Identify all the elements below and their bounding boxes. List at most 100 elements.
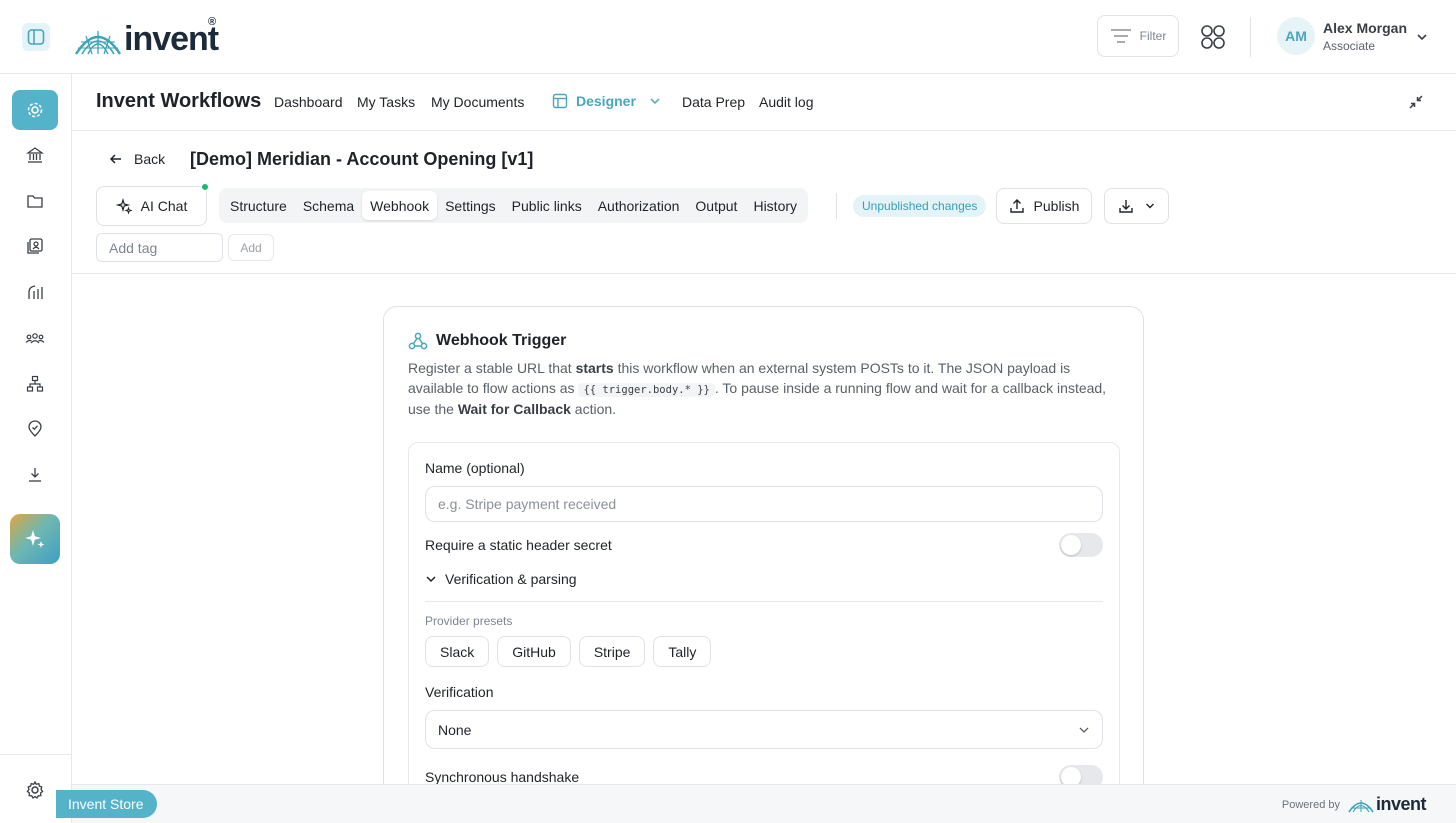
workflow-title: [Demo] Meridian - Account Opening [v1]	[190, 149, 534, 169]
powered-by: Powered by invent	[1281, 794, 1427, 815]
rail-analytics-icon[interactable]	[12, 272, 58, 312]
designer-layout-icon	[552, 93, 568, 109]
user-name[interactable]: Alex Morgan	[1323, 20, 1407, 36]
publish-label: Publish	[1033, 198, 1080, 214]
rail-download-icon[interactable]	[12, 455, 58, 495]
preset-slack-button[interactable]: Slack	[425, 636, 490, 667]
arrow-left-icon	[109, 154, 121, 164]
publish-button[interactable]: Publish	[996, 188, 1092, 224]
webhook-card: Webhook Trigger Register a stable URL th…	[383, 306, 1144, 806]
apps-grid-icon[interactable]	[1200, 24, 1226, 50]
powered-logo-wordmark: invent	[1375, 794, 1427, 814]
header-separator	[72, 273, 1456, 274]
preset-github-button[interactable]: GitHub	[497, 636, 571, 667]
ai-chat-label: AI Chat	[140, 198, 188, 214]
invent-store-button[interactable]: Invent Store	[56, 790, 157, 818]
add-tag-input[interactable]	[96, 233, 223, 262]
rail-team-icon[interactable]	[12, 318, 58, 358]
footer: Invent Store Powered by invent	[56, 784, 1456, 823]
nav-designer-label: Designer	[576, 93, 636, 109]
webhook-title: Webhook Trigger	[436, 332, 567, 349]
download-icon	[1118, 200, 1133, 213]
logo-wordmark: invent	[124, 20, 219, 58]
tab-authorization[interactable]: Authorization	[590, 191, 688, 220]
webhook-description: Register a stable URL that starts this w…	[408, 360, 1107, 417]
designer-chevron-down-icon	[650, 98, 660, 105]
header-divider	[1250, 17, 1251, 57]
back-button[interactable]: Back	[108, 151, 165, 167]
rail-bank-icon[interactable]	[12, 135, 58, 175]
sync-handshake-label: Synchronous handshake	[425, 769, 580, 785]
nav-my-documents[interactable]: My Documents	[431, 94, 524, 110]
app-title: Invent Workflows	[96, 90, 262, 112]
left-rail	[0, 74, 72, 823]
filter-lines-icon	[1110, 29, 1131, 43]
ai-chat-status-dot	[201, 183, 209, 191]
powered-logo-dome-icon	[1348, 799, 1374, 812]
app-nav: Invent Workflows Dashboard My Tasks My D…	[72, 74, 1456, 131]
tab-public-links[interactable]: Public links	[504, 191, 590, 220]
header-secret-label: Require a static header secret	[425, 537, 612, 553]
tab-webhook[interactable]: Webhook	[362, 191, 438, 220]
user-menu-chevron-down-icon[interactable]	[1415, 30, 1429, 44]
verification-label: Verification	[425, 684, 494, 700]
preset-tally-button[interactable]: Tally	[653, 636, 712, 667]
tab-schema[interactable]: Schema	[295, 191, 362, 220]
rail-location-check-icon[interactable]	[12, 409, 58, 449]
upload-icon	[1009, 199, 1024, 213]
back-label: Back	[134, 151, 166, 167]
verification-selected-value: None	[438, 721, 472, 738]
webhook-card-header: Webhook Trigger	[408, 331, 566, 351]
logo-dome-icon	[74, 31, 122, 55]
verification-parsing-label: Verification & parsing	[445, 571, 577, 587]
user-avatar[interactable]: AM	[1277, 17, 1315, 55]
webhook-form: Name (optional) Require a static header …	[408, 442, 1120, 805]
filter-label: Filter	[1139, 29, 1167, 43]
rail-settings-gear-icon[interactable]	[24, 779, 46, 804]
verification-select[interactable]: None	[425, 710, 1103, 749]
user-role: Associate	[1323, 39, 1376, 53]
workflow-tabs: Structure Schema Webhook Settings Public…	[219, 188, 809, 223]
name-label: Name (optional)	[425, 460, 525, 476]
download-menu-button[interactable]	[1104, 188, 1169, 224]
nav-data-prep[interactable]: Data Prep	[682, 94, 745, 110]
status-badge: Unpublished changes	[853, 195, 987, 217]
tab-history[interactable]: History	[745, 191, 805, 220]
top-bar: invent ® Filter AM Alex Morgan Associate	[0, 0, 1456, 74]
rail-ai-sparkle-icon[interactable]	[10, 514, 60, 564]
ai-sparkle-icon	[115, 198, 132, 214]
nav-audit-log[interactable]: Audit log	[759, 94, 813, 110]
collapse-arrows-icon[interactable]	[1408, 94, 1424, 110]
verification-parsing-section-toggle[interactable]: Verification & parsing	[425, 571, 577, 587]
tab-output[interactable]: Output	[687, 191, 745, 220]
rail-workflows-gear-icon[interactable]	[12, 90, 58, 130]
sidebar-toggle-icon[interactable]	[22, 23, 50, 51]
add-tag-button[interactable]: Add	[228, 234, 274, 261]
nav-my-tasks[interactable]: My Tasks	[357, 94, 415, 110]
filter-button[interactable]: Filter	[1097, 15, 1179, 57]
rail-divider	[0, 754, 71, 755]
download-chevron-down-icon	[1145, 203, 1154, 209]
select-chevron-down-icon	[1079, 727, 1089, 733]
rail-contacts-icon[interactable]	[12, 226, 58, 266]
invent-logo[interactable]: invent ®	[74, 16, 219, 58]
nav-dashboard[interactable]: Dashboard	[274, 94, 343, 110]
logo-registered-mark: ®	[208, 16, 217, 28]
rail-hierarchy-icon[interactable]	[12, 364, 58, 404]
tab-structure[interactable]: Structure	[222, 191, 295, 220]
rail-folder-icon[interactable]	[12, 181, 58, 221]
tabs-divider	[836, 193, 837, 219]
ai-chat-button[interactable]: AI Chat	[96, 186, 207, 226]
provider-presets: Slack GitHub Stripe Tally	[425, 636, 712, 667]
section-divider	[425, 601, 1103, 602]
provider-presets-label: Provider presets	[425, 614, 513, 628]
trigger-body-code: {{ trigger.body.* }}	[578, 382, 715, 397]
header-secret-toggle[interactable]	[1059, 533, 1103, 557]
preset-stripe-button[interactable]: Stripe	[578, 636, 646, 667]
webhook-name-input[interactable]	[425, 486, 1103, 522]
chevron-down-icon	[426, 576, 436, 583]
nav-designer[interactable]: Designer	[552, 93, 663, 109]
webhook-icon	[408, 332, 428, 350]
powered-by-label: Powered by	[1281, 798, 1340, 811]
tab-settings[interactable]: Settings	[437, 191, 504, 220]
